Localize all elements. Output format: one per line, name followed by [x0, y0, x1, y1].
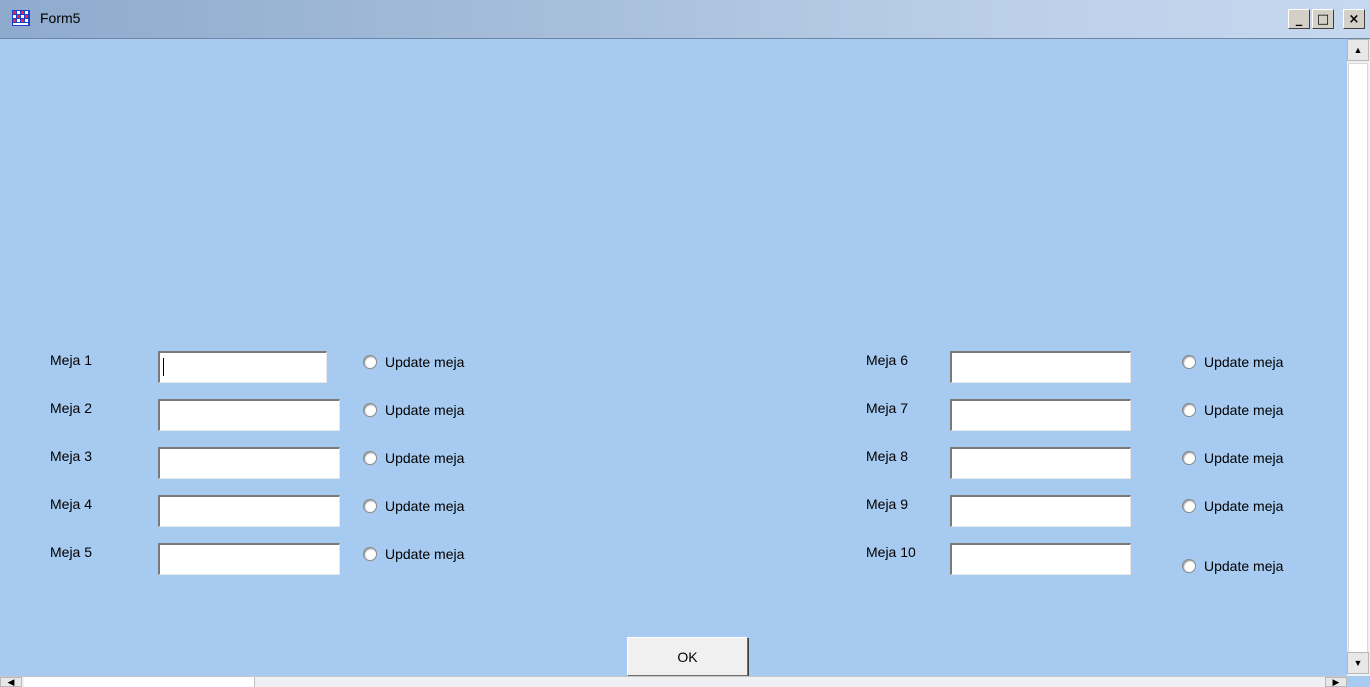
radio-icon: [1182, 559, 1196, 573]
scroll-left-arrow-icon: ◀: [7, 676, 15, 687]
update-meja-6-radio[interactable]: Update meja: [1182, 354, 1283, 370]
horizontal-scrollbar[interactable]: ◀ ▶: [0, 676, 1347, 687]
meja-6-input[interactable]: [950, 351, 1131, 383]
meja-2-label: Meja 2: [50, 400, 93, 416]
form5-window: Form5 _ □ × Meja 1 Update meja Meja 2 Up…: [0, 0, 1370, 687]
scroll-up-button[interactable]: ▲: [1347, 39, 1369, 61]
update-meja-3-label: Update meja: [385, 450, 465, 466]
meja-8-label: Meja 8: [866, 448, 909, 464]
update-meja-10-radio[interactable]: Update meja: [1182, 558, 1283, 574]
radio-icon: [1182, 451, 1196, 465]
update-meja-3-radio[interactable]: Update meja: [363, 450, 464, 466]
app-grid-icon: [12, 10, 30, 26]
update-meja-9-label: Update meja: [1204, 498, 1284, 514]
radio-icon: [363, 499, 377, 513]
scroll-right-button[interactable]: ▶: [1325, 677, 1347, 687]
form-client-area: Meja 1 Update meja Meja 2 Update meja Me…: [4, 39, 1347, 676]
close-icon: ×: [1348, 11, 1360, 27]
update-meja-9-radio[interactable]: Update meja: [1182, 498, 1283, 514]
meja-10-label: Meja 10: [866, 544, 916, 560]
meja-5-input[interactable]: [158, 543, 340, 575]
radio-icon: [1182, 499, 1196, 513]
ok-button[interactable]: OK: [627, 637, 748, 676]
meja-1-label: Meja 1: [50, 352, 93, 368]
update-meja-1-radio[interactable]: Update meja: [363, 354, 464, 370]
update-meja-5-radio[interactable]: Update meja: [363, 546, 464, 562]
radio-icon: [363, 355, 377, 369]
meja-9-input[interactable]: [950, 495, 1131, 527]
meja-4-input[interactable]: [158, 495, 340, 527]
radio-icon: [363, 547, 377, 561]
minimize-button[interactable]: _: [1288, 9, 1310, 29]
vertical-scroll-thumb[interactable]: [1348, 63, 1368, 663]
meja-7-label: Meja 7: [866, 400, 909, 416]
radio-icon: [1182, 403, 1196, 417]
meja-6-label: Meja 6: [866, 352, 909, 368]
title-bar[interactable]: Form5 _ □ ×: [0, 0, 1370, 39]
meja-3-input[interactable]: [158, 447, 340, 479]
minimize-icon: _: [1295, 11, 1303, 27]
update-meja-6-label: Update meja: [1204, 354, 1284, 370]
update-meja-4-label: Update meja: [385, 498, 465, 514]
window-title: Form5: [40, 10, 81, 26]
meja-3-label: Meja 3: [50, 448, 93, 464]
update-meja-7-radio[interactable]: Update meja: [1182, 402, 1283, 418]
update-meja-1-label: Update meja: [385, 354, 465, 370]
update-meja-5-label: Update meja: [385, 546, 465, 562]
update-meja-8-label: Update meja: [1204, 450, 1284, 466]
scroll-right-arrow-icon: ▶: [1332, 676, 1340, 687]
scroll-left-button[interactable]: ◀: [0, 677, 22, 687]
update-meja-8-radio[interactable]: Update meja: [1182, 450, 1283, 466]
horizontal-scroll-thumb[interactable]: [24, 677, 255, 687]
meja-5-label: Meja 5: [50, 544, 93, 560]
meja-8-input[interactable]: [950, 447, 1131, 479]
meja-7-input[interactable]: [950, 399, 1131, 431]
maximize-button[interactable]: □: [1312, 9, 1334, 29]
radio-icon: [1182, 355, 1196, 369]
text-caret: [163, 358, 164, 376]
close-button[interactable]: ×: [1343, 9, 1365, 29]
scroll-down-arrow-icon: ▼: [1353, 658, 1363, 668]
update-meja-2-radio[interactable]: Update meja: [363, 402, 464, 418]
radio-icon: [363, 451, 377, 465]
scroll-down-button[interactable]: ▼: [1347, 652, 1369, 674]
scroll-up-arrow-icon: ▲: [1353, 45, 1363, 55]
update-meja-4-radio[interactable]: Update meja: [363, 498, 464, 514]
meja-2-input[interactable]: [158, 399, 340, 431]
update-meja-7-label: Update meja: [1204, 402, 1284, 418]
vertical-scrollbar[interactable]: ▲ ▼: [1347, 39, 1370, 676]
meja-1-input[interactable]: [158, 351, 327, 383]
radio-icon: [363, 403, 377, 417]
maximize-icon: □: [1316, 11, 1330, 27]
meja-10-input[interactable]: [950, 543, 1131, 575]
meja-9-label: Meja 9: [866, 496, 909, 512]
update-meja-2-label: Update meja: [385, 402, 465, 418]
meja-4-label: Meja 4: [50, 496, 93, 512]
update-meja-10-label: Update meja: [1204, 558, 1284, 574]
